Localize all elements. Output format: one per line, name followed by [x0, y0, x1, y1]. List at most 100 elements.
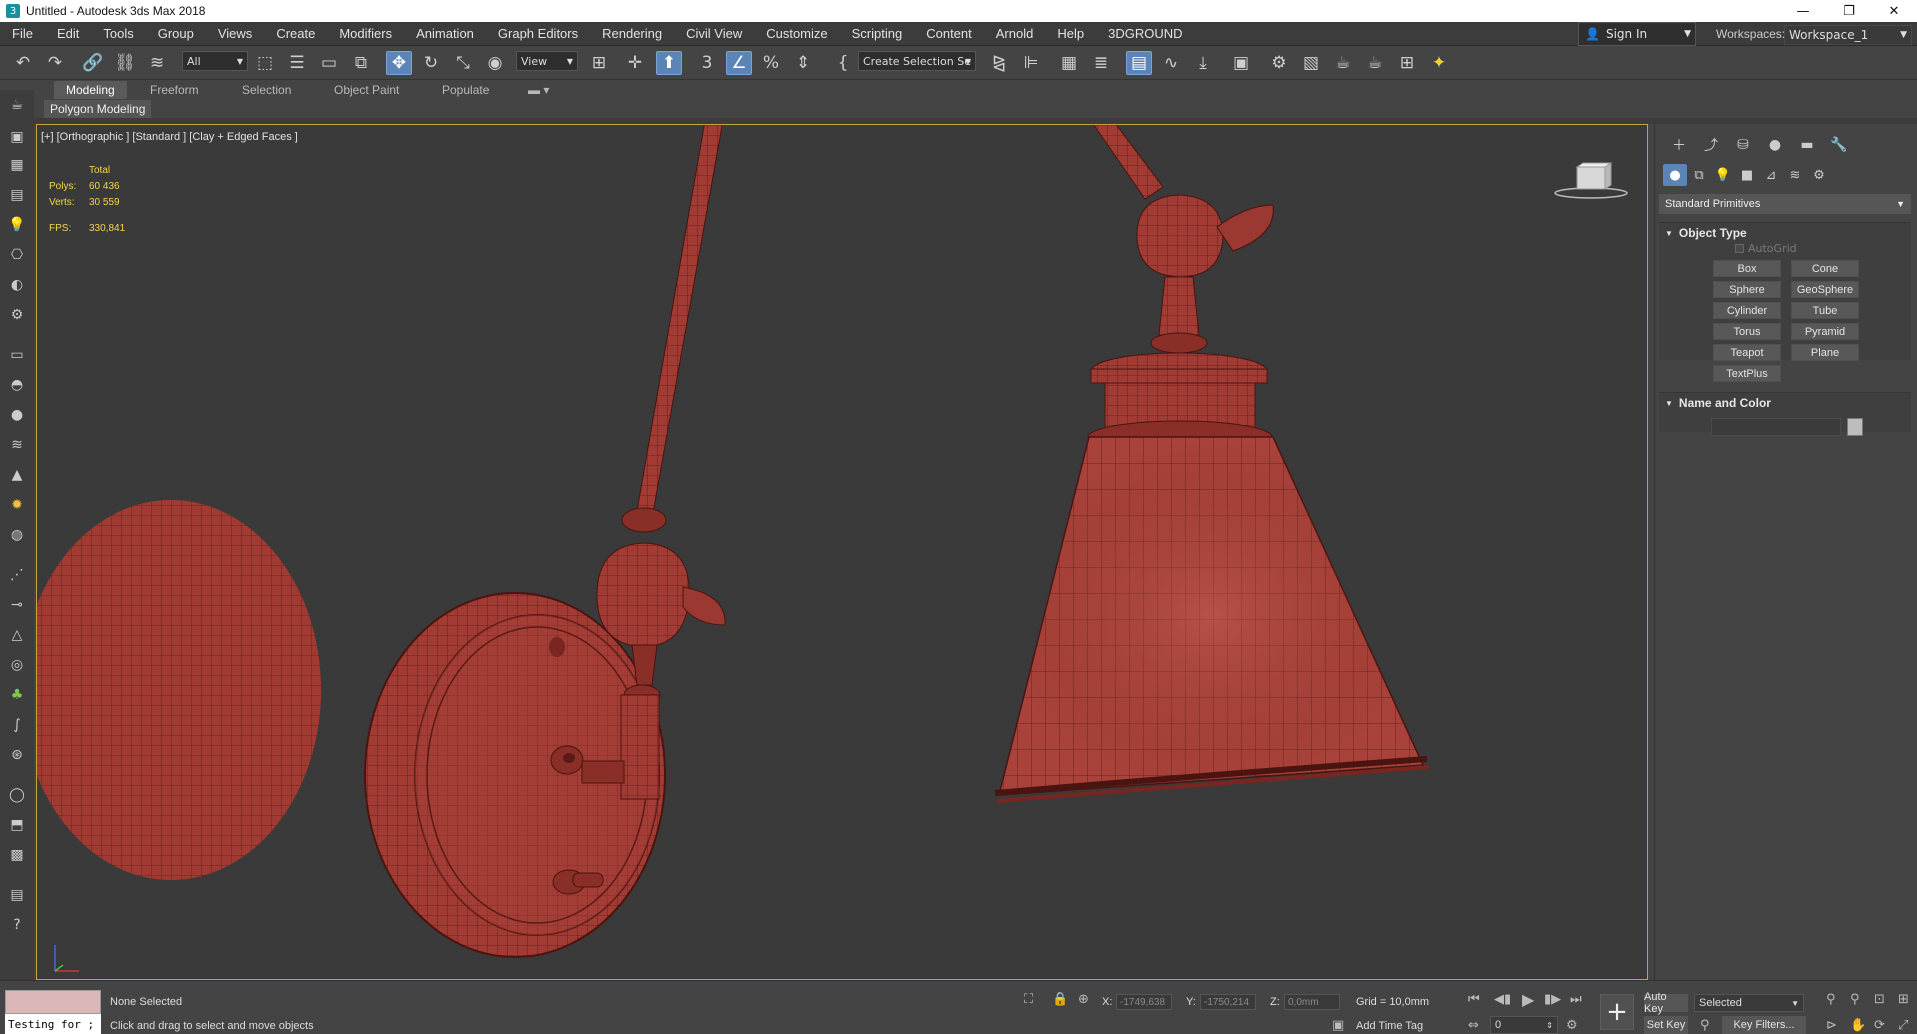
- rendered-frame-window-icon[interactable]: ▧: [1298, 51, 1324, 75]
- go-to-end-icon[interactable]: ⏭: [1570, 992, 1582, 1007]
- primitive-category-dropdown[interactable]: Standard Primitives ▼: [1659, 194, 1911, 214]
- align-icon[interactable]: ⊫: [1018, 51, 1044, 75]
- cameras-icon[interactable]: ■: [1735, 164, 1759, 186]
- object-color-swatch[interactable]: [1847, 418, 1863, 436]
- unlink-icon[interactable]: ⛓: [112, 51, 138, 75]
- absolute-mode-icon[interactable]: ⊕: [1078, 992, 1089, 1007]
- menu-3dground[interactable]: 3DGROUND: [1096, 22, 1194, 46]
- helpers-icon[interactable]: ⊿: [1759, 164, 1783, 186]
- grass-icon[interactable]: ♣: [6, 684, 28, 706]
- motion-tab-icon[interactable]: ●: [1759, 134, 1791, 156]
- menu-edit[interactable]: Edit: [45, 22, 91, 46]
- menu-views[interactable]: Views: [206, 22, 264, 46]
- pan-icon[interactable]: ✋: [1850, 1018, 1866, 1033]
- geometry-icon[interactable]: ●: [1663, 164, 1687, 186]
- zoom-extents-icon[interactable]: ⊡: [1874, 992, 1885, 1007]
- viewport[interactable]: [+] [Orthographic ] [Standard ] [Clay + …: [36, 124, 1648, 980]
- zoom-all-icon[interactable]: ⚲: [1850, 992, 1860, 1007]
- z-coordinate-field[interactable]: 0,0mm: [1284, 994, 1340, 1010]
- menu-customize[interactable]: Customize: [754, 22, 839, 46]
- previous-frame-icon[interactable]: ◀▮: [1494, 992, 1511, 1007]
- cone-icon[interactable]: ▲: [6, 464, 28, 486]
- menu-graph-editors[interactable]: Graph Editors: [486, 22, 590, 46]
- tab-selection[interactable]: Selection: [230, 81, 303, 99]
- scene-explorer-icon[interactable]: ▦: [1056, 51, 1082, 75]
- modify-tab-icon[interactable]: ⤴: [1695, 134, 1727, 156]
- set-key-icon[interactable]: ⚲: [1700, 1018, 1710, 1033]
- menu-file[interactable]: File: [0, 22, 45, 46]
- maxscript-listener[interactable]: [5, 990, 101, 1014]
- material-editor-icon[interactable]: ▣: [1228, 51, 1254, 75]
- geosphere-button[interactable]: GeoSphere: [1791, 281, 1859, 298]
- select-and-place-icon[interactable]: ◉: [482, 51, 508, 75]
- pivot-center-icon[interactable]: ⊞: [586, 51, 612, 75]
- key-filters-button[interactable]: Key Filters...: [1722, 1016, 1806, 1034]
- tab-populate[interactable]: Populate: [430, 81, 501, 99]
- layers-icon[interactable]: ▤: [6, 184, 28, 206]
- time-tag-icon[interactable]: ▣: [1332, 1018, 1344, 1033]
- object-type-header[interactable]: ▼ Object Type: [1659, 224, 1911, 242]
- render-icon[interactable]: ▩: [6, 844, 28, 866]
- globe-icon[interactable]: ◎: [6, 654, 28, 676]
- render-production-icon[interactable]: ☕: [1330, 51, 1356, 75]
- redo-icon[interactable]: ↷: [42, 51, 68, 75]
- key-mode-dropdown[interactable]: Selected ▼: [1694, 994, 1804, 1012]
- workspace-select[interactable]: Workspace_1 ▼: [1784, 25, 1912, 45]
- render-iterative-icon[interactable]: ☕: [1362, 51, 1388, 75]
- restore-button[interactable]: ❐: [1826, 0, 1872, 22]
- helper-icon[interactable]: ◐: [6, 274, 28, 296]
- document-icon[interactable]: ▤: [6, 884, 28, 906]
- menu-group[interactable]: Group: [146, 22, 206, 46]
- window-crossing-icon[interactable]: ⧉: [348, 51, 374, 75]
- angle-snap-icon[interactable]: ∠: [726, 51, 752, 75]
- cone-button[interactable]: Cone: [1791, 260, 1859, 277]
- tab-modeling[interactable]: Modeling: [54, 81, 127, 99]
- select-object-icon[interactable]: ⬚: [252, 51, 278, 75]
- close-button[interactable]: ✕: [1871, 0, 1917, 22]
- menu-animation[interactable]: Animation: [404, 22, 486, 46]
- select-by-name-icon[interactable]: ☰: [284, 51, 310, 75]
- menu-scripting[interactable]: Scripting: [840, 22, 915, 46]
- shapes-icon[interactable]: ⧉: [1687, 164, 1711, 186]
- circle-icon[interactable]: ◍: [6, 524, 28, 546]
- spring-icon[interactable]: ≋: [6, 434, 28, 456]
- field-of-view-icon[interactable]: ⊳: [1826, 1018, 1837, 1033]
- lock-selection-icon[interactable]: 🔒: [1052, 992, 1068, 1007]
- keyboard-shortcut-override-icon[interactable]: ⬆: [656, 51, 682, 75]
- display-tab-icon[interactable]: ▬: [1791, 134, 1823, 156]
- tab-object-paint[interactable]: Object Paint: [322, 81, 411, 99]
- x-coordinate-field[interactable]: -1749,638: [1116, 994, 1172, 1010]
- light-icon[interactable]: 💡: [6, 214, 28, 236]
- material-ball-icon[interactable]: ◯: [6, 784, 28, 806]
- plane-icon[interactable]: ▭: [6, 344, 28, 366]
- teapot-icon[interactable]: ☕: [6, 94, 28, 116]
- render-setup-icon[interactable]: ⚙: [1266, 51, 1292, 75]
- tab-freeform[interactable]: Freeform: [138, 81, 211, 99]
- menu-tools[interactable]: Tools: [91, 22, 145, 46]
- menu-civil-view[interactable]: Civil View: [674, 22, 754, 46]
- lights-icon[interactable]: 💡: [1711, 164, 1735, 186]
- shell-icon[interactable]: ⊛: [6, 744, 28, 766]
- torus-button[interactable]: Torus: [1713, 323, 1781, 340]
- reference-coordinate-dropdown[interactable]: View ▼: [516, 51, 578, 71]
- menu-arnold[interactable]: Arnold: [984, 22, 1046, 46]
- shapes-icon[interactable]: ⋰: [6, 564, 28, 586]
- mirror-icon[interactable]: ⧎: [986, 51, 1012, 75]
- ribbon-options-icon[interactable]: ▬ ▾: [516, 81, 561, 99]
- menu-create[interactable]: Create: [264, 22, 327, 46]
- select-and-scale-icon[interactable]: ⤡: [450, 51, 476, 75]
- render-in-cloud-icon[interactable]: ⊞: [1394, 51, 1420, 75]
- autogrid-checkbox[interactable]: AutoGrid: [1735, 242, 1797, 255]
- layer-explorer-icon[interactable]: ≣: [1088, 51, 1114, 75]
- set-key-button[interactable]: Set Key: [1644, 1016, 1688, 1034]
- create-tab-icon[interactable]: ＋: [1663, 134, 1695, 156]
- pyramid-icon[interactable]: △: [6, 624, 28, 646]
- y-coordinate-field[interactable]: -1750,214: [1200, 994, 1256, 1010]
- maximize-viewport-icon[interactable]: ⤢: [1898, 1018, 1908, 1033]
- menu-help[interactable]: Help: [1045, 22, 1096, 46]
- next-frame-icon[interactable]: ▮▶: [1544, 992, 1561, 1007]
- select-and-rotate-icon[interactable]: ↻: [418, 51, 444, 75]
- minimize-button[interactable]: —: [1780, 0, 1826, 22]
- orbit-icon[interactable]: ⟳: [1874, 1018, 1885, 1033]
- box-icon[interactable]: ▣: [6, 126, 28, 148]
